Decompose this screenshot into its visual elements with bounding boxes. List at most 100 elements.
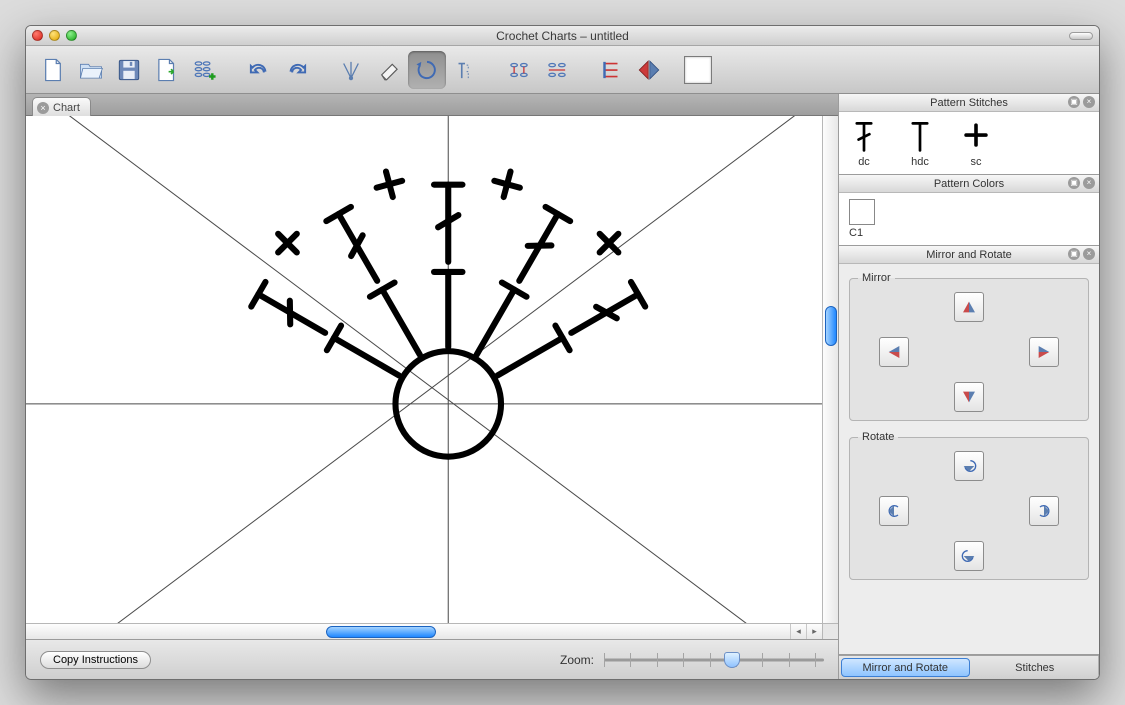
hdc-stitch-icon (905, 118, 935, 154)
panel-close-icon[interactable]: × (1083, 248, 1095, 260)
rotate-right-button[interactable] (1029, 496, 1059, 526)
canvas-horizontal-scrollbar[interactable]: ◂▸ (26, 623, 822, 639)
redo-button[interactable] (278, 51, 316, 89)
stitch-dc[interactable]: dc (849, 118, 879, 168)
rotate-tool-button[interactable] (408, 51, 446, 89)
eraser-tool-button[interactable] (370, 51, 408, 89)
traffic-lights (32, 30, 77, 41)
unlinked-chains-icon (544, 56, 570, 84)
page-export-icon (154, 56, 180, 84)
scroll-right-icon[interactable]: ▸ (806, 624, 822, 639)
rotate-left-button[interactable] (879, 496, 909, 526)
select-tool-button[interactable] (332, 51, 370, 89)
zoom-slider[interactable] (604, 651, 824, 669)
side-tab-bar: Mirror and Rotate Stitches (839, 655, 1099, 679)
pattern-stitches-panel: Pattern Stitches ▣ × dc hdc (839, 94, 1099, 175)
pattern-stitches-title: Pattern Stitches (845, 97, 1093, 109)
undo-button[interactable] (240, 51, 278, 89)
undo-arrow-icon (246, 56, 272, 84)
panel-popout-icon[interactable]: ▣ (1068, 177, 1080, 189)
document-tab-bar: × Chart (26, 94, 838, 116)
stitch-grid-plus-icon (192, 56, 218, 84)
panel-popout-icon[interactable]: ▣ (1068, 248, 1080, 260)
row-edit-button[interactable] (592, 51, 630, 89)
mirror-tool-button[interactable] (630, 51, 668, 89)
titlebar: Crochet Charts – untitled (26, 26, 1099, 46)
close-window-button[interactable] (32, 30, 43, 41)
panel-close-icon[interactable]: × (1083, 177, 1095, 189)
new-file-button[interactable] (34, 51, 72, 89)
rotate-cw-icon (961, 546, 977, 566)
row-lines-icon (598, 56, 624, 84)
scale-tool-button[interactable] (446, 51, 484, 89)
stitch-label: hdc (911, 156, 929, 168)
rotate-ccw-90-button[interactable] (954, 451, 984, 481)
unlink-stitches-button[interactable] (538, 51, 576, 89)
fan-select-icon (338, 56, 364, 84)
mirror-right-button[interactable] (1029, 337, 1059, 367)
stitch-hdc[interactable]: hdc (905, 118, 935, 168)
mirror-group: Mirror (849, 272, 1089, 421)
zoom-window-button[interactable] (66, 30, 77, 41)
dc-stitch-icon (849, 118, 879, 154)
zoom-label: Zoom: (560, 653, 594, 667)
link-stitches-button[interactable] (500, 51, 538, 89)
linked-chains-icon (506, 56, 532, 84)
panel-close-icon[interactable]: × (1083, 96, 1095, 108)
pattern-colors-panel: Pattern Colors ▣ × C1 (839, 175, 1099, 246)
rotate-circle-icon (414, 56, 440, 84)
chart-drawing (26, 116, 838, 639)
rotate-ccw-icon (961, 456, 977, 476)
scroll-corner (822, 623, 838, 639)
open-file-button[interactable] (72, 51, 110, 89)
stitch-label: dc (858, 156, 870, 168)
eraser-icon (376, 56, 402, 84)
mirror-up-icon (961, 297, 977, 317)
side-panel-area: Pattern Stitches ▣ × dc hdc (839, 94, 1099, 679)
titlebar-grip[interactable] (1069, 32, 1093, 40)
pattern-colors-title: Pattern Colors (845, 178, 1093, 190)
chart-canvas[interactable]: ◂▸ (26, 116, 838, 639)
document-tab-label: Chart (53, 102, 80, 114)
rotate-legend: Rotate (858, 431, 898, 443)
floppy-disk-icon (116, 56, 142, 84)
foreground-color-well[interactable] (684, 56, 712, 84)
rotate-left-icon (886, 501, 902, 521)
side-tab-mirror-rotate[interactable]: Mirror and Rotate (841, 658, 970, 677)
app-window: Crochet Charts – untitled (25, 25, 1100, 680)
stitch-label: sc (971, 156, 982, 168)
mirror-down-button[interactable] (954, 382, 984, 412)
mirror-rotate-title: Mirror and Rotate (845, 249, 1093, 261)
scroll-left-icon[interactable]: ◂ (790, 624, 806, 639)
mirror-left-icon (886, 342, 902, 362)
mirror-down-icon (961, 387, 977, 407)
folder-open-icon (78, 56, 104, 84)
redo-arrow-icon (284, 56, 310, 84)
rotate-group: Rotate (849, 431, 1089, 580)
stitch-resize-icon (452, 56, 478, 84)
mirror-right-icon (1036, 342, 1052, 362)
minimize-window-button[interactable] (49, 30, 60, 41)
color-label: C1 (849, 227, 863, 239)
window-title: Crochet Charts – untitled (26, 29, 1099, 43)
document-tab-chart[interactable]: × Chart (32, 97, 91, 116)
stitch-sc[interactable]: sc (961, 118, 991, 168)
copy-instructions-button[interactable]: Copy Instructions (40, 651, 151, 669)
main-toolbar (26, 46, 1099, 94)
mirror-up-button[interactable] (954, 292, 984, 322)
export-button[interactable] (148, 51, 186, 89)
color-swatch-icon (849, 199, 875, 225)
panel-popout-icon[interactable]: ▣ (1068, 96, 1080, 108)
side-tab-stitches[interactable]: Stitches (972, 656, 1100, 679)
color-swatch-c1[interactable]: C1 (849, 199, 1089, 239)
status-bar: Copy Instructions Zoom: (26, 639, 838, 679)
rotate-cw-90-button[interactable] (954, 541, 984, 571)
tab-close-icon[interactable]: × (37, 102, 49, 114)
add-stitches-button[interactable] (186, 51, 224, 89)
mirror-left-button[interactable] (879, 337, 909, 367)
mirror-triangle-icon (636, 56, 662, 84)
mirror-rotate-panel: Mirror and Rotate ▣ × Mirror (839, 246, 1099, 655)
canvas-vertical-scrollbar[interactable] (822, 116, 838, 623)
mirror-legend: Mirror (858, 272, 895, 284)
save-file-button[interactable] (110, 51, 148, 89)
